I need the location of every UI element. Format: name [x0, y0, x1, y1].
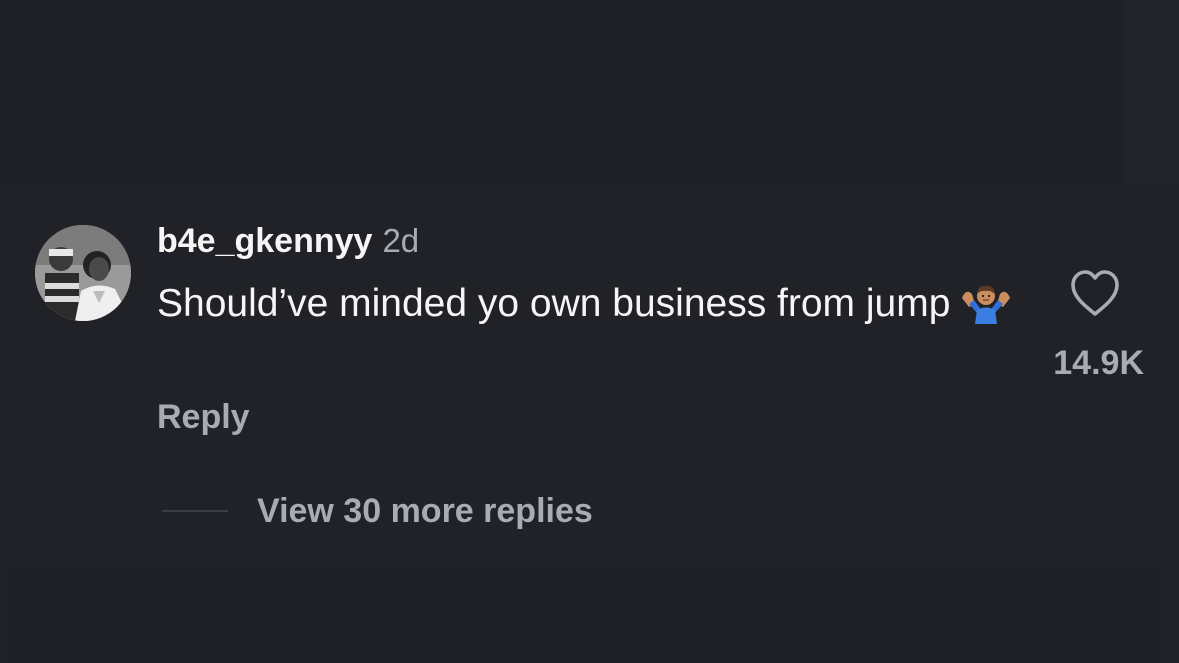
reply-button[interactable]: Reply: [157, 398, 250, 437]
comment-header: b4e_gkenny​y 2d: [157, 222, 419, 266]
comment-timestamp: 2d: [382, 222, 420, 259]
next-content-area: [10, 566, 1164, 663]
username[interactable]: b4e_gkenny​y: [157, 222, 372, 261]
person-shrugging-emoji: [960, 282, 1012, 336]
view-more-replies-button[interactable]: View 30 more replies: [257, 492, 593, 531]
comment-body: Should’ve minded yo own business from ju…: [157, 282, 951, 325]
comment-text: Should’ve minded yo own business from ju…: [157, 280, 1017, 336]
scroll-edge-strip: [1124, 0, 1179, 185]
heart-outline-icon: [1071, 270, 1119, 316]
avatar[interactable]: [35, 225, 131, 321]
replies-divider-line: [162, 510, 228, 512]
like-count: 14.9K: [1053, 344, 1144, 382]
previous-content-area: [0, 0, 1124, 185]
like-button[interactable]: [1068, 268, 1122, 320]
